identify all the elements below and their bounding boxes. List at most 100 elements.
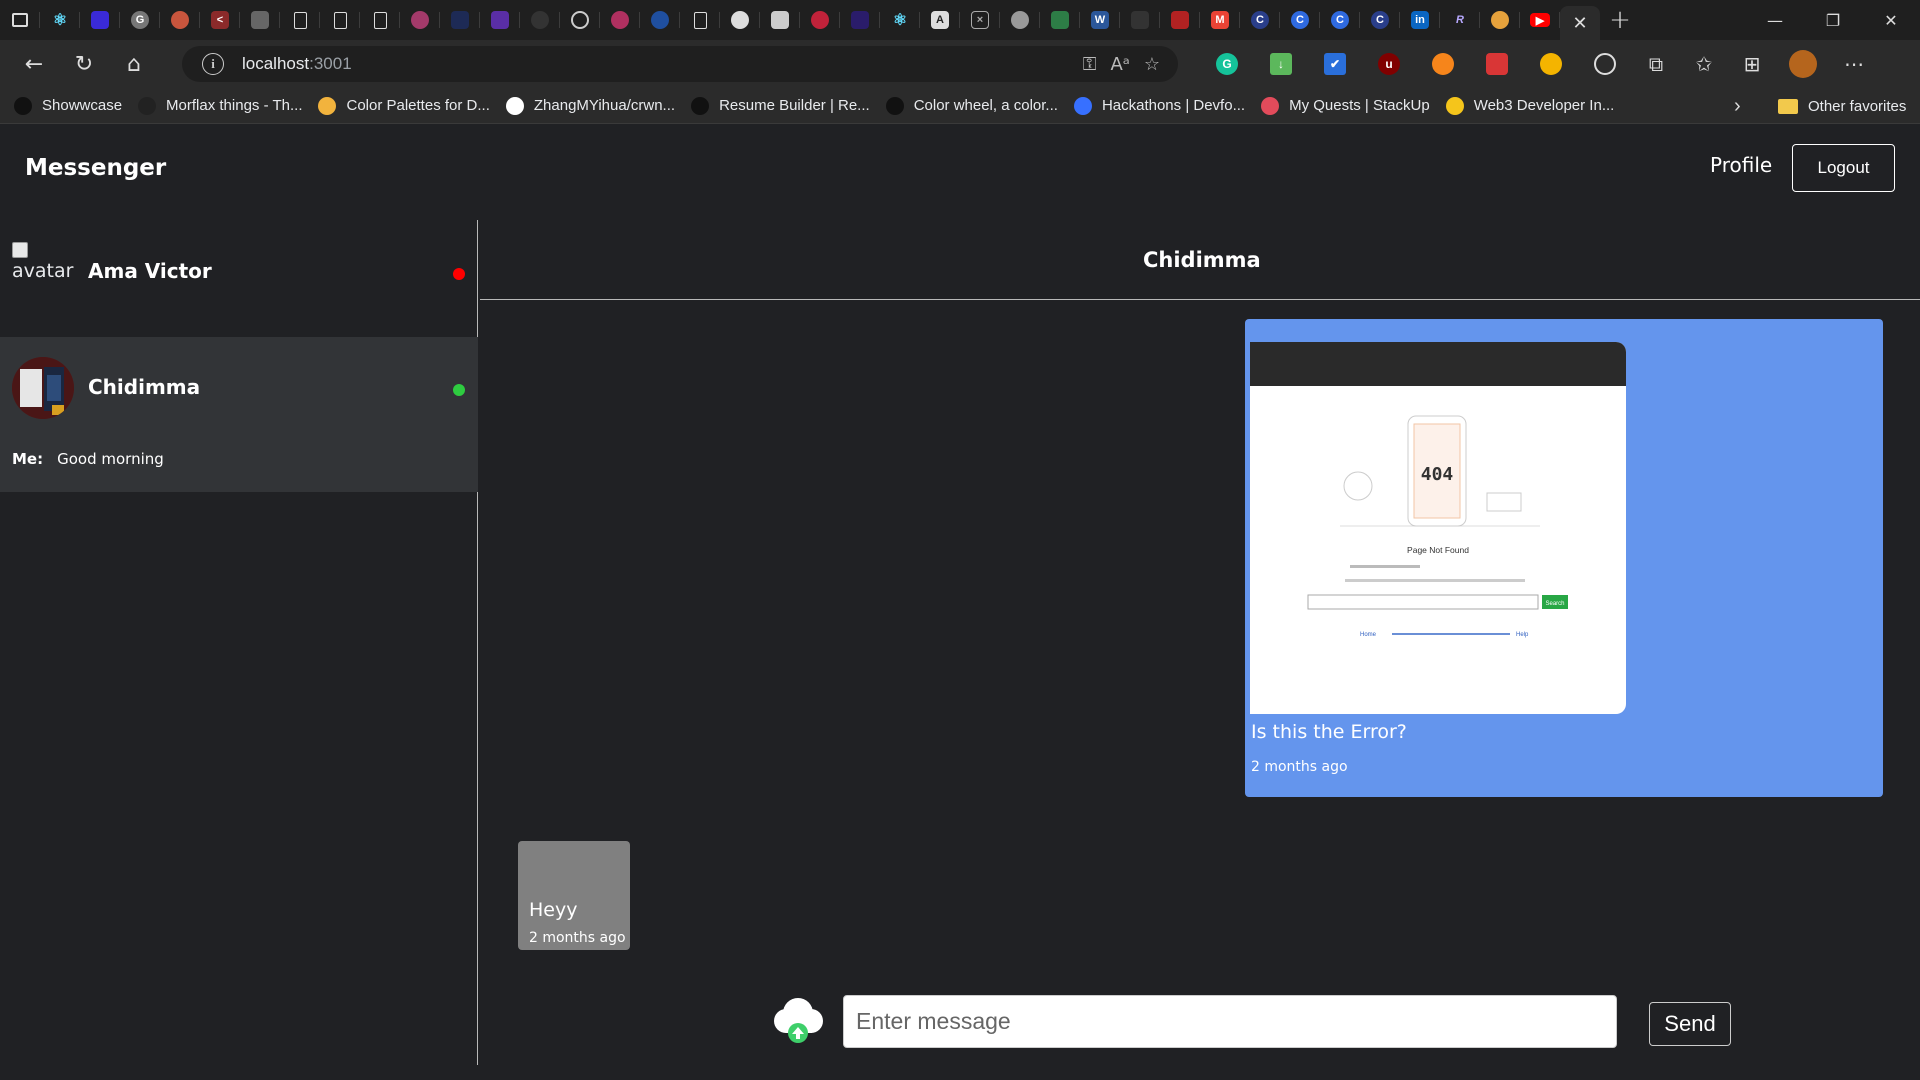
bookmark-item[interactable]: Color wheel, a color... [885, 96, 1058, 115]
tab-linkedin-icon[interactable]: in [1400, 0, 1440, 40]
bookmark-item[interactable]: Color Palettes for D... [318, 96, 490, 115]
devfolio-icon [1073, 96, 1092, 115]
tab-chart-icon[interactable] [480, 0, 520, 40]
extensions-icon[interactable]: ⧉ [1632, 44, 1680, 84]
tab-github-icon[interactable] [720, 0, 760, 40]
tab-c-icon[interactable]: C [1320, 0, 1360, 40]
read-aloud-icon[interactable]: Aᵃ [1110, 54, 1129, 75]
tab-r-icon[interactable]: R [1440, 0, 1480, 40]
profile-avatar-icon[interactable] [1776, 44, 1830, 84]
active-tab[interactable]: ✕ [1560, 6, 1600, 40]
bookmark-item[interactable]: Resume Builder | Re... [691, 96, 870, 115]
extensions-bar: G ↓ ✔ u ⧉ ✩ ⊞ ⋯ [1200, 44, 1878, 84]
bookmarks-bar: Showwcase Morflax things - Th... Color Pal… [0, 88, 1920, 124]
add-favorite-icon[interactable]: ☆ [1144, 54, 1160, 75]
tab-word-icon[interactable]: W [1080, 0, 1120, 40]
message-text: Is this the Error? [1251, 721, 1407, 743]
attachment-404-illustration: 404 Page Not Found Search Home Help [1307, 415, 1568, 638]
tab-x-icon[interactable]: × [960, 0, 1000, 40]
tab-page-icon[interactable] [680, 0, 720, 40]
other-favorites-folder[interactable]: Other favorites [1778, 88, 1906, 124]
browser-tab-strip: ⚛ G < ⚛ A × W M C C C C in R ▶ ✕ + — ❐ ✕ [0, 0, 1920, 40]
tab-react-icon[interactable]: ⚛ [880, 0, 920, 40]
bookmark-item[interactable]: Showwcase [14, 96, 122, 115]
conversation-item-selected[interactable]: Chidimma Me: Good morning [0, 337, 478, 492]
ext-target-icon[interactable] [1578, 44, 1632, 84]
tab-actions-icon[interactable] [0, 0, 40, 40]
avatar: avatar [12, 242, 74, 282]
url-text[interactable]: localhost:3001 [242, 54, 352, 74]
tab-c-icon[interactable]: C [1360, 0, 1400, 40]
tab-hand-icon[interactable] [1480, 0, 1520, 40]
tab-dribbble-icon[interactable] [600, 0, 640, 40]
tab-a-icon[interactable]: A [920, 0, 960, 40]
site-info-icon[interactable]: i [202, 53, 224, 75]
attachment-browser-bar [1250, 342, 1626, 386]
tab-youtube-icon[interactable]: ▶ [1520, 0, 1560, 40]
tab-c-icon[interactable]: C [1280, 0, 1320, 40]
tab-google-icon[interactable]: G [120, 0, 160, 40]
tab-figma-icon[interactable] [760, 0, 800, 40]
message-timestamp: 2 months ago [529, 930, 626, 946]
conversation-item[interactable]: avatar Ama Victor [0, 220, 478, 337]
tab-page-icon[interactable] [320, 0, 360, 40]
tab-apple-icon[interactable] [1000, 0, 1040, 40]
favorites-icon[interactable]: ✩ [1680, 44, 1728, 84]
ext-color-icon[interactable] [1524, 44, 1578, 84]
ublock-icon[interactable]: u [1362, 44, 1416, 84]
ext-red-icon[interactable] [1470, 44, 1524, 84]
window-controls: — ❐ ✕ [1746, 0, 1920, 40]
restore-icon[interactable]: ❐ [1804, 0, 1862, 40]
tab-red-icon[interactable] [800, 0, 840, 40]
logout-button[interactable]: Logout [1792, 144, 1895, 192]
tab-blue-icon[interactable] [640, 0, 680, 40]
tab-react-icon[interactable]: ⚛ [40, 0, 80, 40]
metamask-icon[interactable] [1416, 44, 1470, 84]
tab-gmail-icon[interactable]: M [1200, 0, 1240, 40]
check-ext-icon[interactable]: ✔ [1308, 44, 1362, 84]
send-button[interactable]: Send [1649, 1002, 1731, 1046]
tab-gray-icon[interactable] [240, 0, 280, 40]
tab-page-icon[interactable] [360, 0, 400, 40]
upload-cloud-icon[interactable] [768, 995, 828, 1047]
bookmark-item[interactable]: ZhangMYihua/crwn... [505, 96, 675, 115]
bookmark-item[interactable]: Web3 Developer In... [1445, 96, 1614, 115]
chat-header: Chidimma [480, 220, 1920, 300]
bookmarks-overflow-chevron-icon[interactable]: › [1734, 88, 1741, 124]
bookmark-item[interactable]: My Quests | StackUp [1261, 96, 1430, 115]
message-input[interactable] [843, 995, 1617, 1048]
collections-icon[interactable]: ⊞ [1728, 44, 1776, 84]
new-tab-button[interactable]: + [1600, 0, 1640, 40]
avatar-alt-text: avatar [12, 260, 74, 282]
message-timestamp: 2 months ago [1251, 759, 1348, 775]
tab-purple-icon[interactable] [840, 0, 880, 40]
tab-code-icon[interactable]: < [200, 0, 240, 40]
download-ext-icon[interactable]: ↓ [1254, 44, 1308, 84]
bookmark-item[interactable]: Morflax things - Th... [138, 96, 302, 115]
tab-dark-icon[interactable] [440, 0, 480, 40]
home-icon[interactable]: ⌂ [112, 42, 156, 86]
key-icon[interactable]: ⚿ [1083, 54, 1097, 75]
address-bar[interactable]: i localhost:3001 ⚿ Aᵃ ☆ [182, 46, 1178, 82]
app-brand[interactable]: Messenger [25, 155, 166, 181]
bookmark-item[interactable]: Hackathons | Devfo... [1073, 96, 1245, 115]
tab-pin-icon[interactable] [520, 0, 560, 40]
minimize-icon[interactable]: — [1746, 0, 1804, 40]
grammarly-icon[interactable]: G [1200, 44, 1254, 84]
tab-c-icon[interactable]: C [1240, 0, 1280, 40]
tab-logo-icon[interactable] [400, 0, 440, 40]
tab-reddit-icon[interactable] [160, 0, 200, 40]
tab-leaf-icon[interactable] [1160, 0, 1200, 40]
more-menu-icon[interactable]: ⋯ [1830, 44, 1878, 84]
close-tab-icon[interactable]: ✕ [1572, 13, 1587, 34]
close-window-icon[interactable]: ✕ [1862, 0, 1920, 40]
tab-app-icon[interactable] [80, 0, 120, 40]
message-image-attachment[interactable]: 404 Page Not Found Search Home Help [1250, 342, 1626, 714]
reload-icon[interactable]: ↻ [62, 42, 106, 86]
tab-circle-icon[interactable] [560, 0, 600, 40]
tab-page-icon[interactable] [280, 0, 320, 40]
tab-dark-icon[interactable] [1120, 0, 1160, 40]
profile-link[interactable]: Profile [1710, 153, 1772, 177]
tab-green-icon[interactable] [1040, 0, 1080, 40]
back-icon[interactable]: ← [12, 42, 56, 86]
